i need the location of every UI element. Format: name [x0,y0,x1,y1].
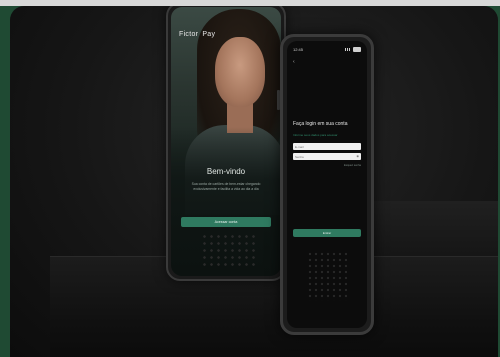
eye-icon[interactable]: ◉ [356,154,359,158]
welcome-phone: Fictor Pay Bem-vindo Sua conta de cartõe… [166,6,286,281]
password-input[interactable] [293,153,361,160]
brand-name-right: Pay [202,31,216,38]
status-bar: 12:45 [293,46,361,52]
hero-scene: Fictor Pay Bem-vindo Sua conta de cartõe… [0,0,500,357]
portrait-face [215,37,265,107]
login-subtitle: Informe seus dados para acessar [293,133,338,137]
brand-logo: Fictor Pay [179,31,215,38]
back-arrow-icon[interactable]: ‹ [293,59,295,65]
login-screen: 12:45 ‹ Faça login em sua conta Informe … [287,41,367,328]
login-title: Faça login em sua conta [293,121,348,127]
speaker-grid [307,251,347,301]
mockup-card: Fictor Pay Bem-vindo Sua conta de cartõe… [10,6,498,357]
login-button[interactable]: Entrar [293,229,361,237]
access-account-button[interactable]: Acessar conta [181,217,271,227]
forgot-password-link[interactable]: Esqueci senha [344,164,361,167]
welcome-screen: Fictor Pay Bem-vindo Sua conta de cartõe… [171,7,281,276]
login-phone: 12:45 ‹ Faça login em sua conta Informe … [280,34,374,335]
battery-icon [353,46,361,52]
welcome-body-text: Sua conta de cartões de bem-estar chegan… [191,182,261,191]
speaker-grid [201,233,257,269]
brand-name-left: Fictor [179,31,199,38]
welcome-title: Bem-vindo [206,167,246,176]
status-time: 12:45 [293,46,304,52]
email-input[interactable] [293,143,361,150]
status-icons [345,46,361,52]
signal-icon [345,47,351,51]
